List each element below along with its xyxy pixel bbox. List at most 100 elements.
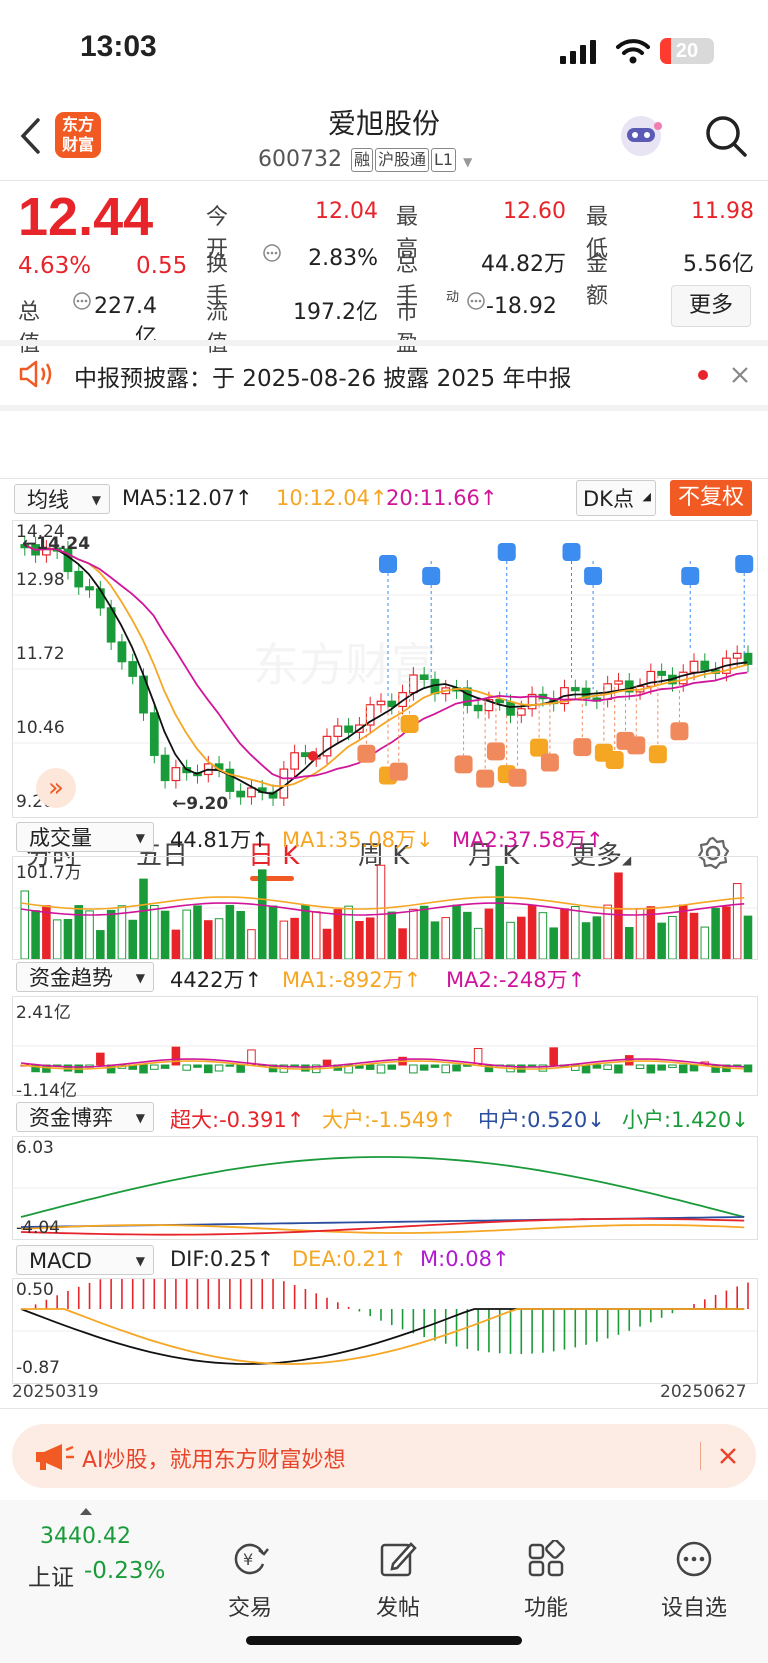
bar [182,1064,191,1071]
bar [517,916,526,959]
bar [668,1064,677,1068]
bar [624,927,634,959]
volume-value: 44.82万 [481,252,566,277]
fund-game-select[interactable]: 资金博弈 ▼ [16,1102,154,1132]
bar [204,1064,213,1074]
candle [149,712,159,756]
amount-value: 5.56亿 [683,252,754,277]
tag-margin: 融 [350,148,373,172]
index-change: -0.23% [84,1558,166,1584]
indicator-select[interactable]: 均线 ▼ [14,484,110,514]
sell-signal-icon [379,555,397,573]
high-value: 12.60 [503,199,566,224]
bar [301,1064,310,1072]
bar [689,912,699,959]
bar [214,1064,224,1072]
info-icon[interactable] [466,291,486,311]
close-icon[interactable] [718,1446,738,1466]
float-value: 197.2亿 [293,300,378,325]
megaphone-icon [36,1444,74,1470]
sell-signal-icon [584,567,603,585]
fund-game-mid: 中户:0.520↓ [478,1108,605,1132]
bar [182,909,191,959]
info-icon[interactable] [262,243,282,263]
bar [204,920,213,959]
candle [171,767,181,782]
macd-select[interactable]: MACD ▼ [16,1245,154,1275]
buy-signal-icon [357,744,376,763]
bar [193,1064,202,1068]
dk-button[interactable]: DK点 ◢ [576,480,656,516]
candle [689,660,699,673]
edit-icon [380,1542,417,1577]
event-dot [308,751,318,761]
bar [560,908,569,959]
fund-trend-ma1: MA1:-892万↑ [282,968,422,992]
fund-trend-value: 4422万↑ [170,968,263,992]
volume-ma1: MA1:35.08万↓ [282,828,434,852]
close-icon[interactable] [730,365,750,385]
bar [581,1064,591,1074]
sell-signal-icon [562,543,581,561]
date-end: 20250627 [660,1382,747,1402]
more-button[interactable]: 更多 [671,285,751,327]
bar [646,1064,656,1074]
macd-chart [12,1278,758,1384]
bar [85,910,94,959]
fund-game-large: 大户:-1.549↑ [322,1108,457,1132]
bar [74,905,84,959]
bar [409,908,418,959]
kline-chart[interactable]: 东方财富 [12,520,758,818]
ai-banner[interactable]: AI炒股，就用东方财富妙想 [12,1424,756,1488]
bar [549,927,558,959]
bar [333,909,343,959]
macd-line [21,1308,745,1365]
buy-signal-icon [573,738,592,757]
status-bar: 13:03 20 [0,0,768,100]
nav-trade[interactable]: ¥ 交易 [205,1540,295,1622]
nav-functions[interactable]: 功能 [501,1539,591,1622]
bar [657,1064,666,1071]
robot-avatar-icon[interactable] [616,112,666,160]
expand-up-icon[interactable] [80,1508,92,1515]
bar [139,1064,148,1074]
bar [711,907,720,959]
search-icon[interactable] [704,114,748,158]
bar [678,904,688,959]
bar [571,906,580,959]
volume-axis-max: 101.7万 [16,863,82,883]
change-percent: 4.63% [18,253,92,279]
amount-label: 金额 [586,252,609,309]
volume-select[interactable]: 成交量 ▼ [16,822,154,852]
bar [484,908,494,959]
high-marker: ←14.24 [22,534,91,554]
candle [128,661,138,677]
macd-line [20,1308,745,1365]
ma20-label: 20:11.66↑ [386,486,498,510]
index-name: 上证 [28,1565,74,1591]
date-start: 20250319 [12,1382,99,1402]
candle [95,588,105,609]
index-value[interactable]: 3440.42 [40,1524,131,1549]
expand-arrows-icon[interactable]: » [36,768,76,808]
nav-watchlist[interactable]: 设自选 [649,1540,739,1622]
candle [700,660,710,671]
tag-level: L1 [431,148,457,172]
bar [279,920,289,959]
bar [311,911,321,959]
adjust-button[interactable]: 不复权 [670,480,752,516]
bar [452,904,461,959]
notice-bar[interactable]: 中报预披露：于 2025-08-26 披露 2025 年中报 [0,345,768,405]
stock-code-line[interactable]: 600732 融沪股通 L1 ▼ [258,147,472,172]
nav-post[interactable]: 发帖 [353,1540,443,1622]
candle [387,700,397,708]
more-icon [676,1541,712,1577]
bar [473,927,483,959]
fund-trend-select[interactable]: 资金趋势 ▼ [16,962,154,992]
candle [732,652,742,659]
bar [387,911,397,959]
info-icon[interactable] [72,291,92,311]
bar [257,869,267,959]
bar [365,1064,375,1070]
bar [139,878,148,959]
